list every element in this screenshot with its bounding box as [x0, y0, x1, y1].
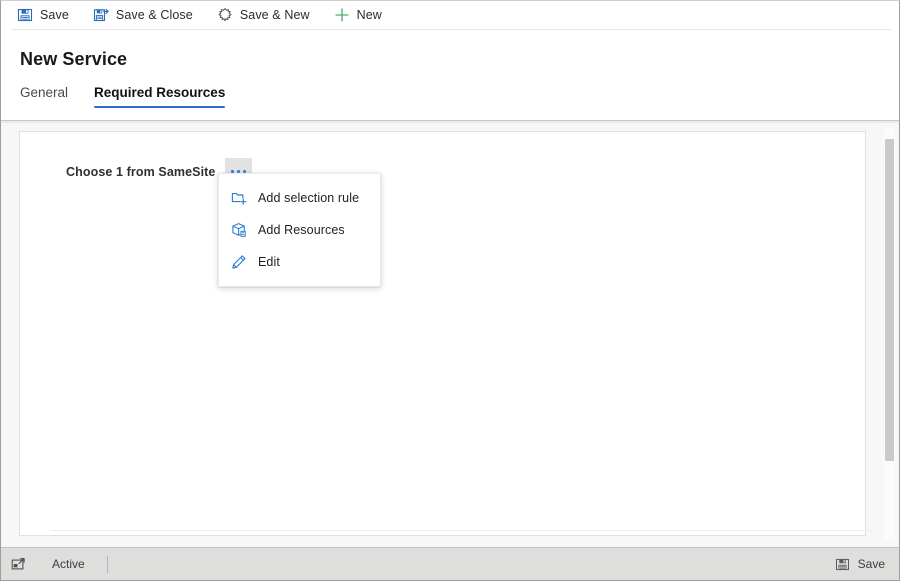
new-button-label: New [356, 8, 382, 22]
add-box-icon [231, 222, 247, 238]
pencil-icon [231, 254, 247, 270]
status-bar-save-button[interactable]: Save [835, 556, 885, 572]
menu-item-label: Edit [258, 255, 280, 269]
plus-icon [334, 7, 350, 23]
save-new-icon [217, 7, 233, 23]
menu-item-edit[interactable]: Edit [219, 246, 380, 278]
required-resources-panel: Choose 1 from SameSite [19, 131, 873, 536]
status-bar-separator [106, 555, 108, 573]
choose-from-samesite-label: Choose 1 from SameSite [66, 164, 216, 179]
new-service-window: Save Save & Close Save & New New New Ser… [0, 0, 900, 581]
record-status-text: Active [52, 557, 85, 571]
menu-item-label: Add Resources [258, 223, 345, 237]
form-body-area: Choose 1 from SameSite [1, 123, 899, 547]
menu-item-add-resources[interactable]: Add Resources [219, 214, 380, 246]
save-and-close-button-label: Save & Close [115, 8, 193, 22]
vertical-scrollbar[interactable] [884, 127, 895, 539]
save-button-label: Save [40, 8, 69, 22]
save-floppy-gray-icon [835, 556, 851, 572]
save-close-floppy-icon [93, 7, 109, 23]
menu-item-add-selection-rule[interactable]: Add selection rule [219, 182, 380, 214]
save-floppy-icon [17, 7, 33, 23]
command-toolbar: Save Save & Close Save & New New [1, 1, 899, 29]
panel-bottom-divider [50, 530, 873, 531]
save-button[interactable]: Save [15, 3, 71, 27]
menu-item-label: Add selection rule [258, 191, 360, 205]
save-and-close-button[interactable]: Save & Close [91, 3, 195, 27]
page-title: New Service [20, 49, 128, 69]
toolbar-divider [11, 29, 891, 30]
ellipsis-context-menu: Add selection rule Add Resources Edit [218, 173, 381, 287]
tab-general[interactable]: General [20, 85, 68, 108]
save-and-new-button[interactable]: Save & New [215, 3, 312, 27]
add-folder-icon [231, 190, 247, 206]
tab-required-resources[interactable]: Required Resources [94, 85, 226, 108]
status-bar-save-label: Save [857, 557, 885, 571]
expand-window-icon[interactable] [7, 557, 29, 572]
new-button[interactable]: New [332, 3, 384, 27]
tabstrip: General Required Resources [20, 85, 251, 108]
status-bar: Active Save [1, 547, 899, 580]
save-and-new-button-label: Save & New [239, 8, 310, 22]
vertical-scrollbar-thumb[interactable] [885, 139, 894, 461]
